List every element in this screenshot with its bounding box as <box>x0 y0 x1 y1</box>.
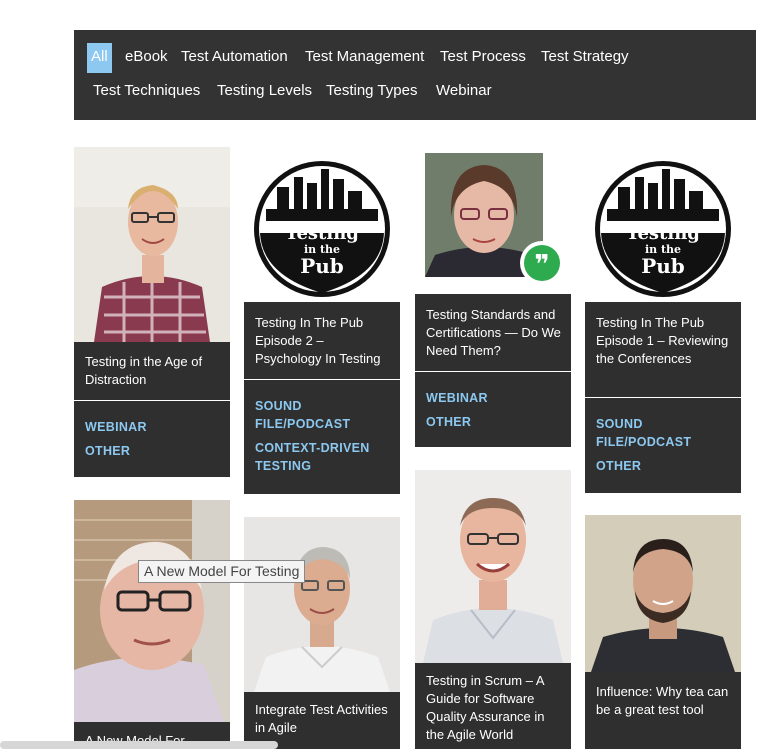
post-tag[interactable]: Other <box>85 442 222 460</box>
hover-tooltip: A New Model For Testing <box>138 560 306 583</box>
post-card-integrate-test-agile[interactable]: Integrate Test Activities in Agile <box>244 517 400 749</box>
filter-test-automation[interactable]: Test Automation <box>177 43 292 73</box>
divider <box>585 397 741 398</box>
author-photo: ❞ <box>415 147 571 294</box>
logo-text: Pub <box>641 254 685 278</box>
author-photo <box>415 470 571 663</box>
testing-in-the-pub-logo: Testing in the Pub <box>585 147 741 302</box>
logo-text: Testing <box>626 223 700 244</box>
filter-webinar[interactable]: Webinar <box>432 77 496 107</box>
author-photo <box>244 517 400 692</box>
post-tag[interactable]: Webinar <box>426 389 563 407</box>
filter-test-management[interactable]: Test Management <box>301 43 428 73</box>
post-tag[interactable]: Other <box>596 457 733 475</box>
post-card-pub-episode-1[interactable]: Testing in the Pub Testing In The Pub Ep… <box>585 147 741 493</box>
divider <box>415 371 571 372</box>
post-title[interactable]: Testing In The Pub Episode 1 – Reviewing… <box>596 314 733 368</box>
post-title[interactable]: Testing in Scrum – A Guide for Software … <box>426 672 563 744</box>
post-tag[interactable]: Other <box>426 413 563 431</box>
post-tag[interactable]: Context-Driven Testing <box>255 439 392 475</box>
filter-all[interactable]: All <box>87 43 112 73</box>
logo-text: Pub <box>300 254 344 278</box>
post-tag[interactable]: Sound File/Podcast <box>596 415 733 451</box>
filter-test-process[interactable]: Test Process <box>436 43 530 73</box>
post-card-influence-tea[interactable]: Influence: Why tea can be a great test t… <box>585 515 741 749</box>
post-title[interactable]: Influence: Why tea can be a great test t… <box>596 683 733 719</box>
author-photo <box>74 147 230 342</box>
author-photo <box>74 500 230 722</box>
testing-in-the-pub-logo: Testing in the Pub <box>244 147 400 302</box>
filter-ebook[interactable]: eBook <box>121 43 172 73</box>
divider <box>244 379 400 380</box>
filter-testing-types[interactable]: Testing Types <box>322 77 421 107</box>
post-card-testing-in-scrum[interactable]: Testing in Scrum – A Guide for Software … <box>415 470 571 749</box>
post-tag[interactable]: Webinar <box>85 418 222 436</box>
divider <box>74 400 230 401</box>
filter-test-strategy[interactable]: Test Strategy <box>537 43 633 73</box>
post-title[interactable]: Integrate Test Activities in Agile <box>255 701 392 737</box>
post-title[interactable]: Testing Standards and Certifications — D… <box>426 306 563 360</box>
filter-test-techniques[interactable]: Test Techniques <box>89 77 204 107</box>
post-title[interactable]: Testing In The Pub Episode 2 – Psycholog… <box>255 314 392 368</box>
post-tag[interactable]: Sound File/Podcast <box>255 397 392 433</box>
category-filter-bar: All eBook Test Automation Test Managemen… <box>74 30 756 120</box>
filter-testing-levels[interactable]: Testing Levels <box>213 77 316 107</box>
author-photo <box>585 515 741 672</box>
post-title[interactable]: Testing in the Age of Distraction <box>85 353 222 389</box>
post-card-new-model-testing[interactable]: A New Model For Testing <box>74 500 230 749</box>
logo-text: Testing <box>285 223 359 244</box>
svg-text:❞: ❞ <box>534 250 549 280</box>
horizontal-scrollbar[interactable] <box>0 741 278 749</box>
post-card-testing-age-distraction[interactable]: Testing in the Age of Distraction Webina… <box>74 147 230 477</box>
post-card-testing-standards[interactable]: ❞ Testing Standards and Certifications —… <box>415 147 571 447</box>
post-card-pub-episode-2[interactable]: Testing in the Pub Testing In The Pub Ep… <box>244 147 400 494</box>
